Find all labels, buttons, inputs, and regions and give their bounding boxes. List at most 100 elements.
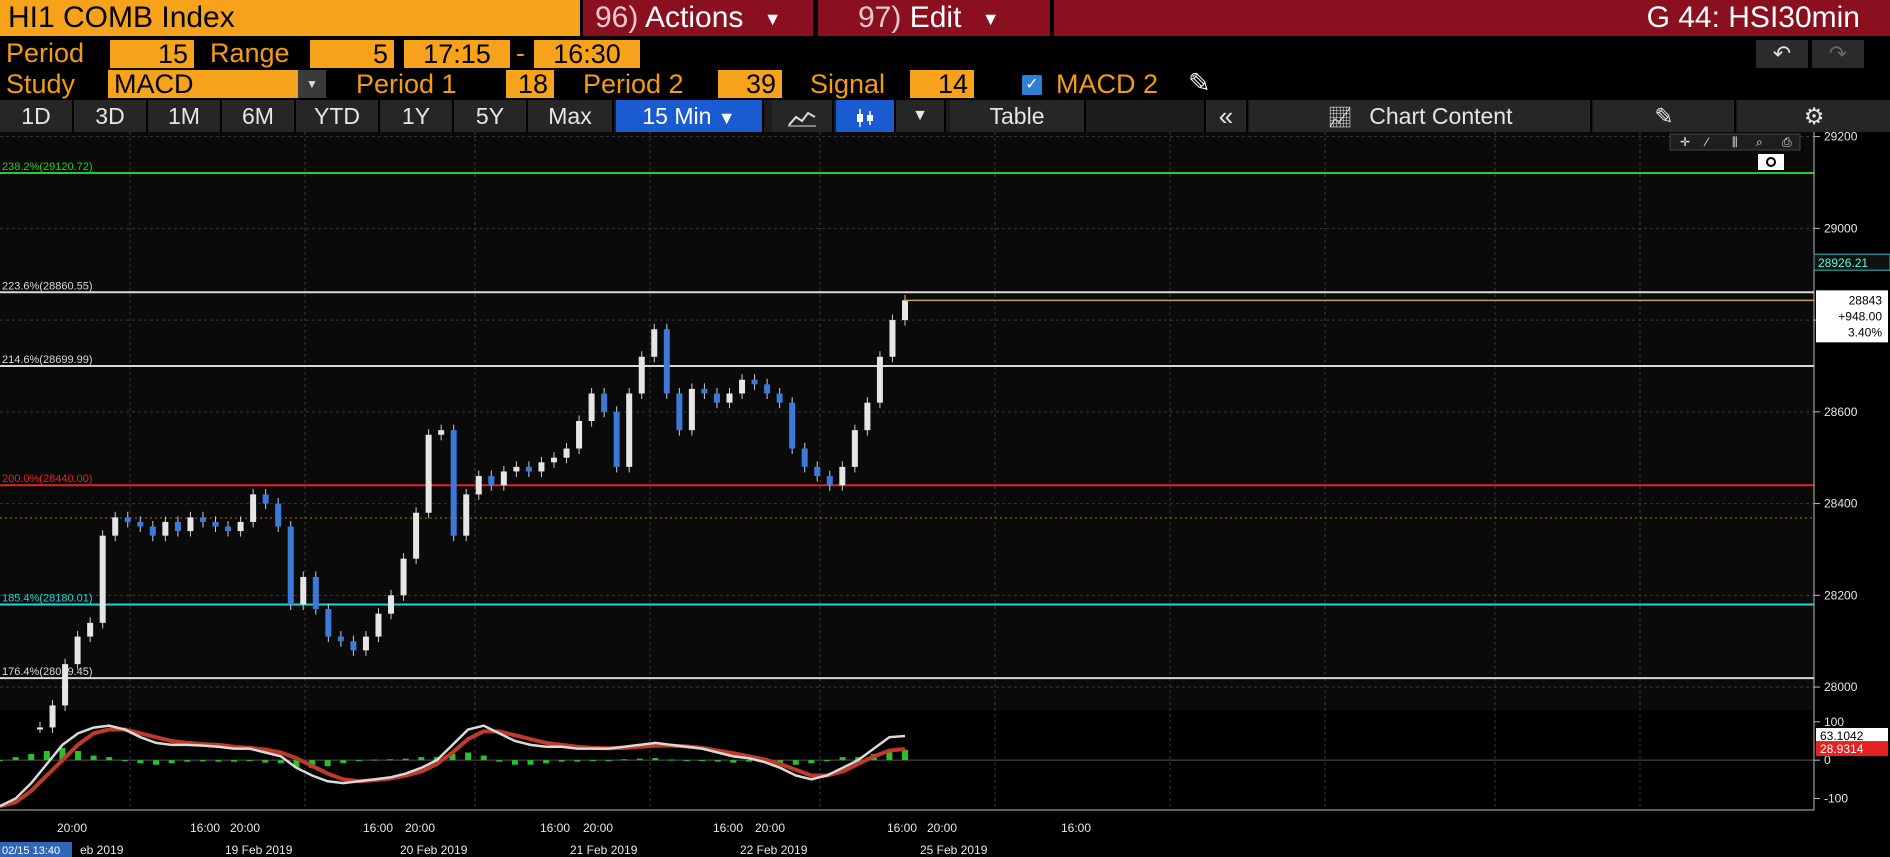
candle-body — [851, 430, 858, 467]
y-axis-tick-label: 28000 — [1824, 680, 1858, 694]
range-button-3d[interactable]: 3D — [74, 100, 148, 132]
range-button-max[interactable]: Max — [528, 100, 614, 132]
crosshair-icon[interactable]: ✛ — [1680, 135, 1690, 149]
candle-body — [450, 430, 457, 536]
range-input[interactable]: 5 — [310, 40, 394, 68]
range-button-6m[interactable]: 6M — [222, 100, 296, 132]
period-input[interactable]: 15 — [110, 40, 194, 68]
candle-body — [99, 535, 106, 623]
candle-body — [124, 517, 131, 522]
pencil-icon[interactable]: ✎ — [1188, 68, 1211, 99]
edit-menu-button[interactable]: 97) Edit ▼ — [818, 0, 1050, 36]
candle-body — [826, 476, 833, 486]
macd-value: 63.1042 — [1820, 729, 1864, 743]
x-axis-time-label: 16:00 — [713, 821, 743, 835]
time-to-input[interactable]: 16:30 — [534, 40, 640, 68]
edit-chart-icon[interactable]: ✎ — [1594, 100, 1736, 132]
macd-histogram-bar — [652, 758, 659, 761]
candle-body — [525, 466, 532, 472]
candle-body — [62, 664, 69, 706]
candle-body — [814, 466, 821, 477]
study-select[interactable]: MACD — [108, 70, 298, 98]
candlestick-icon[interactable] — [836, 100, 896, 132]
bars-icon[interactable]: ⫼ — [1732, 135, 1738, 149]
signal-label: Signal — [810, 69, 886, 99]
chevron-down-icon[interactable]: ▼ — [896, 100, 946, 132]
candle-body — [626, 393, 633, 467]
redo-icon[interactable]: ↷ — [1812, 40, 1864, 68]
macd-histogram-bar — [714, 760, 721, 762]
macd-histogram-bar — [902, 749, 908, 761]
gear-icon[interactable]: ⚙ — [1738, 100, 1890, 132]
candle-body — [638, 356, 645, 394]
macd-histogram-bar — [839, 757, 846, 761]
table-button[interactable]: Table — [950, 100, 1086, 132]
time-from-input[interactable]: 17:15 — [404, 40, 510, 68]
range-button-ytd[interactable]: YTD — [296, 100, 380, 132]
x-axis-time-label: 20:00 — [405, 821, 435, 835]
interval-select[interactable]: 15 Min ▼ — [616, 100, 764, 132]
macd-histogram-bar — [667, 759, 674, 761]
last-price-value: 28843 — [1849, 293, 1883, 307]
x-axis-time-label: 20:00 — [755, 821, 785, 835]
candle-body — [751, 379, 758, 385]
security-title[interactable]: HI1 COMB Index — [0, 0, 580, 36]
fib-level-label: 223.6%(28860.55) — [2, 280, 93, 292]
actions-menu-button[interactable]: 96) Actions ▼ — [583, 0, 813, 36]
high-price-tag: 28926.21 — [1818, 256, 1868, 270]
candle-body — [889, 320, 896, 357]
chevron-down-icon[interactable]: ▼ — [298, 70, 326, 98]
macd-histogram-bar — [199, 760, 206, 762]
candle-body — [463, 494, 470, 536]
candle-body — [388, 595, 395, 614]
period1-input[interactable]: 18 — [506, 70, 554, 98]
collapse-icon[interactable]: « — [1206, 100, 1248, 132]
x-axis-date-label: 20 Feb 2019 — [400, 843, 468, 857]
signal-input[interactable]: 14 — [910, 70, 974, 98]
candle-body — [601, 393, 608, 412]
candle-body — [902, 300, 908, 321]
candle-body — [425, 434, 432, 513]
option-toggle[interactable] — [1758, 154, 1784, 170]
candle-body — [312, 576, 319, 610]
macd2-checkbox[interactable]: ✓ — [1022, 75, 1042, 95]
candle-body — [663, 329, 670, 394]
toolbar-spacer — [1086, 100, 1206, 132]
candle-body — [475, 476, 482, 495]
macd-histogram-bar — [28, 754, 35, 761]
x-axis-time-label: 20:00 — [583, 821, 613, 835]
candle-body — [588, 393, 595, 421]
range-button-1m[interactable]: 1M — [148, 100, 222, 132]
macd-histogram-bar — [496, 760, 503, 762]
candle-body — [37, 727, 43, 730]
chart-content-button[interactable]: 📈︎ Chart Content — [1250, 100, 1592, 132]
price-chart[interactable]: 238.2%(29120.72) 223.6%(28860.55) 214.6%(2… — [0, 132, 1890, 857]
fib-level-label: 176.4%(28019.45) — [2, 666, 93, 678]
y-axis-tick-label: 29200 — [1824, 132, 1858, 144]
graph-title: G 44: HSI30min — [1054, 0, 1890, 36]
x-axis-date-label: 22 Feb 2019 — [740, 843, 808, 857]
chart-toolbar: 1D 3D 1M 6M YTD 1Y 5Y Max 15 Min ▼ ▼ Tab… — [0, 100, 1890, 132]
candle-body — [275, 503, 282, 527]
zoom-icon[interactable]: ⌕ — [1756, 135, 1763, 149]
range-button-5y[interactable]: 5Y — [454, 100, 528, 132]
candle-body — [676, 393, 683, 431]
undo-icon[interactable]: ↶ — [1756, 40, 1808, 68]
range-button-1y[interactable]: 1Y — [380, 100, 454, 132]
edit-label: Edit — [909, 1, 962, 34]
x-axis-time-label: 16:00 — [1061, 821, 1091, 835]
candle-body — [225, 526, 232, 532]
macd-histogram-bar — [324, 760, 331, 767]
candle-body — [801, 448, 808, 467]
macd-histogram-bar — [823, 760, 830, 762]
period2-input[interactable]: 39 — [718, 70, 782, 98]
candle-body — [149, 526, 156, 536]
candle-body — [237, 521, 244, 532]
price-tags: 28926.21 28843 +948.00 3.40% — [1813, 253, 1890, 343]
range-button-1d[interactable]: 1D — [0, 100, 74, 132]
line-chart-icon[interactable] — [772, 100, 834, 132]
candle-body — [362, 636, 369, 651]
study-label: Study — [6, 69, 76, 99]
x-axis-time-label: 16:00 — [887, 821, 917, 835]
print-icon[interactable]: ⎙ — [1782, 135, 1792, 149]
